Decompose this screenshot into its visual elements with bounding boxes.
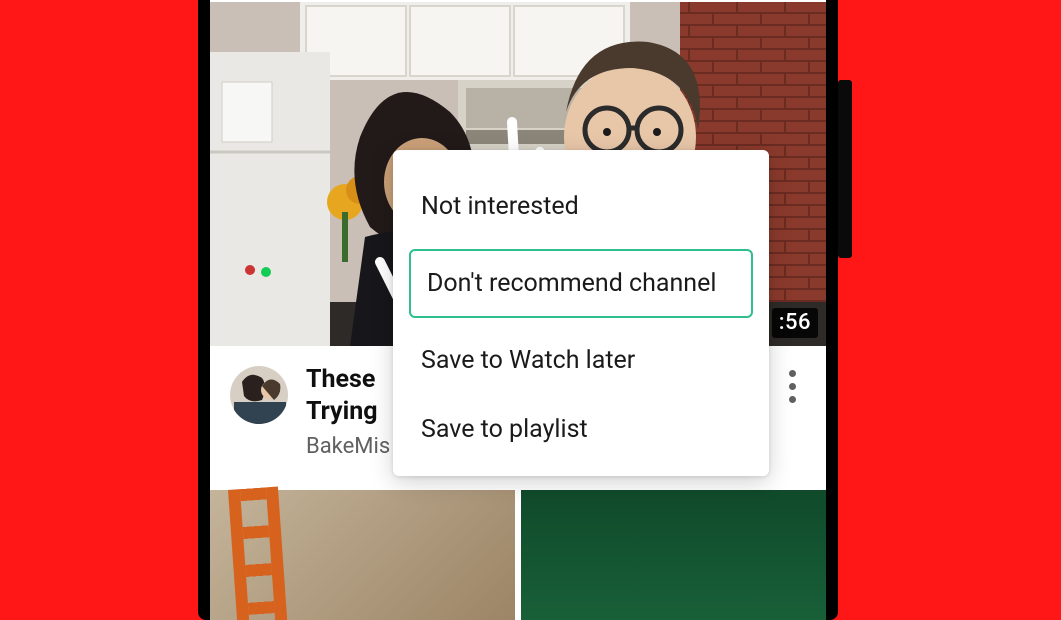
next-video-thumb[interactable] bbox=[210, 490, 515, 620]
next-video-thumb[interactable] bbox=[521, 490, 826, 620]
duration-badge: :56 bbox=[772, 308, 818, 338]
phone-side-button bbox=[838, 80, 852, 258]
kebab-dot-icon bbox=[789, 396, 796, 403]
context-menu: Not interested Don't recommend channel S… bbox=[393, 150, 769, 476]
menu-item-save-playlist[interactable]: Save to playlist bbox=[393, 395, 769, 464]
menu-item-not-interested[interactable]: Not interested bbox=[393, 172, 769, 241]
menu-item-dont-recommend-channel[interactable]: Don't recommend channel bbox=[409, 249, 753, 318]
next-videos-row bbox=[210, 490, 826, 620]
kebab-dot-icon bbox=[789, 370, 796, 377]
kebab-dot-icon bbox=[789, 383, 796, 390]
ladder-graphic bbox=[228, 487, 292, 620]
more-options-button[interactable] bbox=[774, 364, 810, 403]
channel-avatar[interactable] bbox=[230, 366, 288, 424]
menu-item-save-watch-later[interactable]: Save to Watch later bbox=[393, 326, 769, 395]
